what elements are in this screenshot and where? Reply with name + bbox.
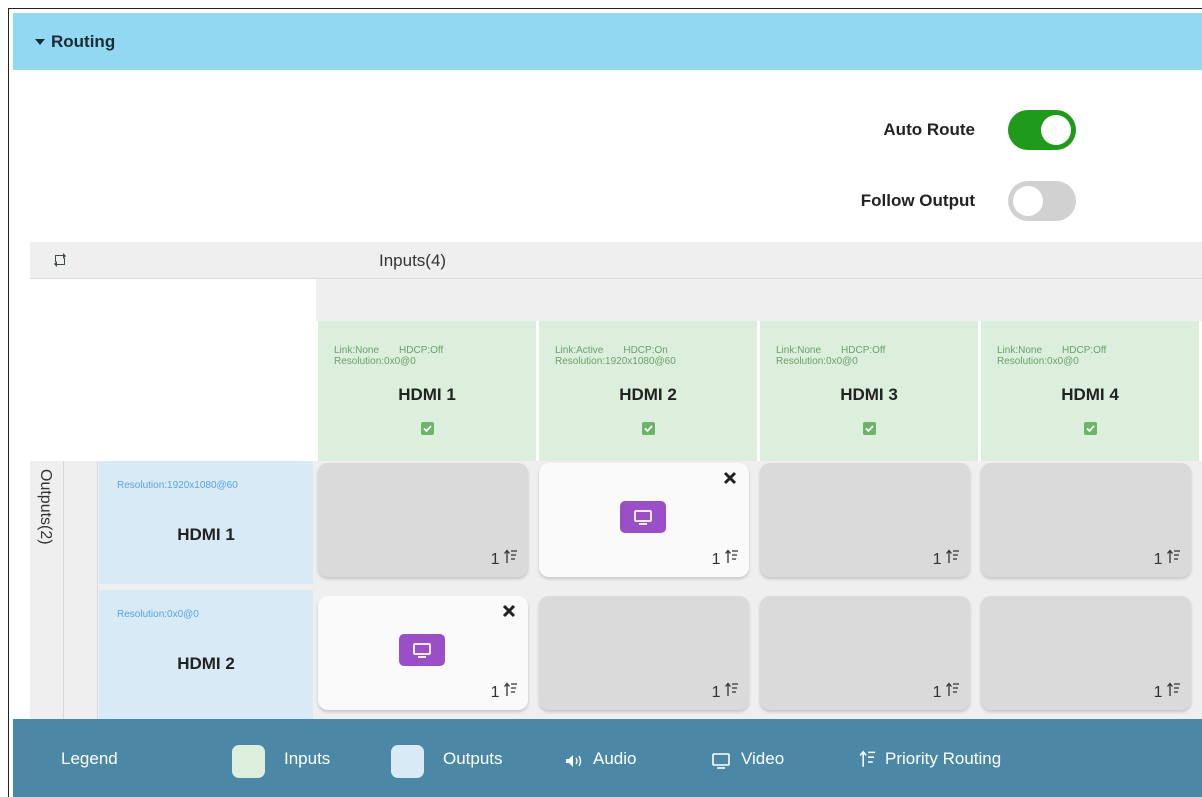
audio-icon	[566, 755, 582, 767]
input-hdcp-status: HDCP:Off	[399, 345, 444, 356]
route-cell-out2-in2[interactable]: 1	[539, 596, 749, 710]
toggle-knob	[1013, 186, 1043, 216]
input-link-status: Link:None	[997, 345, 1043, 356]
priority-routing-icon	[946, 682, 959, 696]
priority-routing-icon	[504, 682, 517, 696]
route-cell-out1-in4[interactable]: 1	[981, 463, 1191, 577]
legend-outputs-swatch	[391, 745, 424, 778]
legend-label: Legend	[61, 749, 118, 768]
priority-indicator: 1	[1154, 549, 1181, 569]
route-cell-out2-in1[interactable]: 1	[318, 596, 528, 710]
follow-output-toggle[interactable]	[1008, 181, 1076, 221]
route-cell-out1-in2[interactable]: 1	[539, 463, 749, 577]
inputs-strip	[316, 279, 1202, 321]
priority-indicator: 1	[712, 682, 739, 702]
priority-indicator: 1	[933, 549, 960, 569]
input-resolution: Resolution:0x0@0	[334, 356, 416, 367]
input-header-hdmi-4: Link:None HDCP:Off Resolution:0x0@0 HDMI 4	[981, 321, 1199, 461]
priority-indicator: 1	[933, 682, 960, 702]
legend-inputs-swatch	[232, 745, 265, 778]
priority-indicator: 1	[712, 549, 739, 569]
legend-video-label: Video	[741, 749, 785, 768]
priority-routing-icon	[504, 549, 517, 563]
legend-audio-label: Audio	[593, 749, 637, 768]
checkbox-icon[interactable]	[1084, 422, 1097, 435]
outputs-title: Outputs(2)	[37, 469, 54, 545]
output-name: HDMI 2	[177, 654, 235, 673]
input-name: HDMI 4	[1061, 385, 1119, 404]
input-header-hdmi-1: Link:None HDCP:Off Resolution:0x0@0 HDMI 1	[318, 321, 536, 461]
grid-corner	[30, 279, 316, 461]
priority-routing-icon	[725, 549, 738, 563]
input-resolution: Resolution:0x0@0	[997, 356, 1079, 367]
input-resolution: Resolution:0x0@0	[776, 356, 858, 367]
route-cell-out1-in3[interactable]: 1	[760, 463, 970, 577]
inputs-title: Inputs(4)	[379, 251, 447, 270]
output-resolution: Resolution:0x0@0	[117, 609, 199, 620]
auto-route-label: Auto Route	[883, 120, 975, 139]
outputs-spacer	[64, 461, 98, 719]
close-icon[interactable]	[723, 471, 737, 485]
legend-bar: Legend Inputs Outputs Audio Video Priori…	[13, 719, 1202, 797]
priority-routing-icon	[946, 549, 959, 563]
route-cell-out2-in4[interactable]: 1	[981, 596, 1191, 710]
refresh-icon[interactable]	[51, 251, 69, 269]
priority-routing-icon	[1167, 549, 1180, 563]
input-hdcp-status: HDCP:On	[623, 345, 668, 356]
checkbox-icon[interactable]	[642, 422, 655, 435]
output-resolution: Resolution:1920x1080@60	[117, 480, 238, 491]
route-cell-out1-in1[interactable]: 1	[318, 463, 528, 577]
section-title: Routing	[51, 31, 116, 51]
checkbox-icon[interactable]	[863, 422, 876, 435]
checkbox-icon[interactable]	[421, 422, 434, 435]
legend-priority-label: Priority Routing	[885, 749, 1002, 768]
video-icon	[712, 753, 730, 769]
priority-indicator: 1	[491, 549, 518, 569]
input-header-hdmi-2: Link:Active HDCP:On Resolution:1920x1080@6…	[539, 321, 757, 461]
output-header-hdmi-1: Resolution:1920x1080@60 HDMI 1	[99, 461, 313, 584]
video-icon	[634, 509, 652, 525]
toggle-knob	[1041, 115, 1071, 145]
priority-indicator: 1	[491, 682, 518, 702]
input-link-status: Link:None	[776, 345, 822, 356]
caret-down-icon	[35, 38, 45, 45]
follow-output-label: Follow Output	[860, 191, 975, 210]
routing-panel: Routing Auto Route Follow Output Inputs(…	[8, 8, 1202, 797]
outputs-axis-label: Outputs(2)	[30, 461, 64, 719]
legend-outputs-label: Outputs	[443, 749, 503, 768]
priority-routing-icon	[725, 682, 738, 696]
input-link-status: Link:None	[334, 345, 380, 356]
auto-route-toggle[interactable]	[1008, 110, 1076, 150]
output-name: HDMI 1	[177, 525, 235, 544]
input-name: HDMI 1	[398, 385, 456, 404]
follow-output-row: Follow Output	[861, 181, 1076, 221]
close-icon[interactable]	[502, 604, 516, 618]
input-name: HDMI 2	[619, 385, 677, 404]
input-header-hdmi-3: Link:None HDCP:Off Resolution:0x0@0 HDMI 3	[760, 321, 978, 461]
input-name: HDMI 3	[840, 385, 898, 404]
video-route-badge	[620, 501, 666, 533]
priority-indicator: 1	[1154, 682, 1181, 702]
legend-inputs-label: Inputs	[284, 749, 331, 768]
input-hdcp-status: HDCP:Off	[841, 345, 886, 356]
video-route-badge	[399, 634, 445, 666]
output-header-hdmi-2: Resolution:0x0@0 HDMI 2	[99, 590, 313, 719]
video-icon	[413, 642, 431, 658]
routing-section-header[interactable]: Routing	[13, 13, 1202, 70]
input-link-status: Link:Active	[555, 345, 604, 356]
auto-route-row: Auto Route	[883, 110, 1076, 150]
grid-toolbar: Inputs(4)	[30, 242, 1202, 279]
route-cell-out2-in3[interactable]: 1	[760, 596, 970, 710]
input-resolution: Resolution:1920x1080@60	[555, 356, 676, 367]
priority-routing-icon	[1167, 682, 1180, 696]
input-hdcp-status: HDCP:Off	[1062, 345, 1107, 356]
priority-routing-icon	[859, 750, 876, 767]
